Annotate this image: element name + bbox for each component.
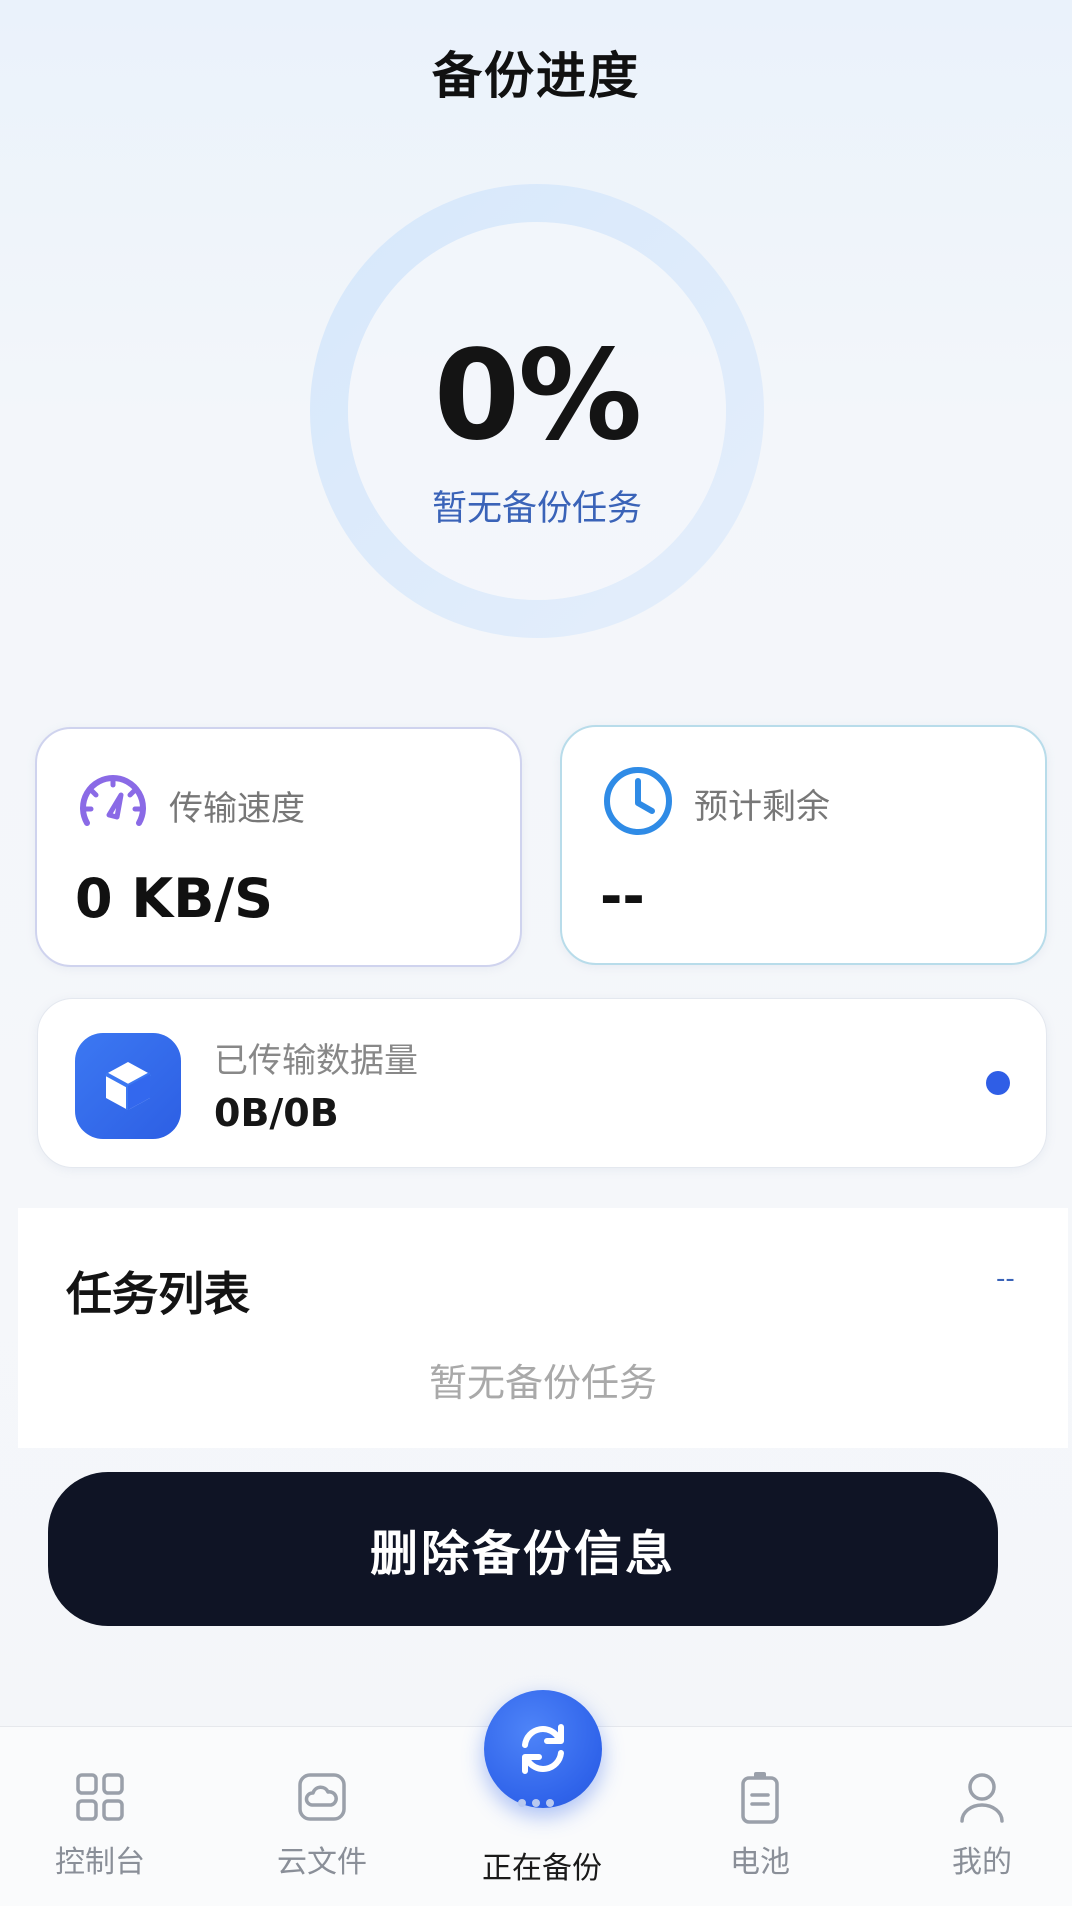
task-list-empty-text: 暂无备份任务 [428,1361,657,1405]
transfer-value: 0B/0B [214,1091,339,1135]
eta-card: 预计剩余 -- [560,725,1047,965]
page-title: 备份进度 [432,47,640,105]
nav-item-cloud-files[interactable]: 云文件 [232,1769,412,1881]
cloud-folder-icon [294,1769,350,1825]
grid-icon [72,1769,128,1825]
user-icon [954,1769,1010,1825]
transfer-card[interactable]: 已传输数据量 0B/0B [37,998,1047,1168]
task-list-panel: 任务列表 -- 暂无备份任务 [18,1208,1068,1448]
nav-item-console[interactable]: 控制台 [10,1769,190,1881]
nav-label-console: 控制台 [55,1845,145,1880]
status-dot [986,1071,1010,1095]
nav-label-backing-up: 正在备份 [482,1851,602,1886]
battery-icon [732,1769,788,1825]
nav-label-cloud-files: 云文件 [277,1845,367,1880]
task-list-title: 任务列表 [66,1267,250,1321]
nav-label-profile: 我的 [952,1845,1012,1880]
speed-card: 传输速度 0 KB/S [35,727,522,967]
eta-label: 预计剩余 [694,787,830,827]
speedometer-icon [75,765,151,841]
page-indicator-dots [518,1792,568,1807]
progress-status: 暂无备份任务 [431,489,642,529]
sync-icon [522,1724,564,1774]
progress-percent: 0% [433,324,643,468]
transfer-label: 已传输数据量 [214,1041,418,1081]
cube-icon [75,1033,181,1139]
eta-value: -- [600,865,645,928]
delete-backup-button[interactable]: 删除备份信息 [48,1472,998,1626]
speed-label: 传输速度 [169,789,305,829]
speed-value: 0 KB/S [75,867,273,930]
clock-icon [600,763,676,839]
nav-item-profile[interactable]: 我的 [892,1769,1072,1881]
nav-item-backing-up[interactable] [484,1690,602,1808]
nav-label-battery: 电池 [730,1845,790,1880]
nav-item-battery[interactable]: 电池 [670,1769,850,1881]
task-list-more-link[interactable]: -- [996,1264,1015,1294]
